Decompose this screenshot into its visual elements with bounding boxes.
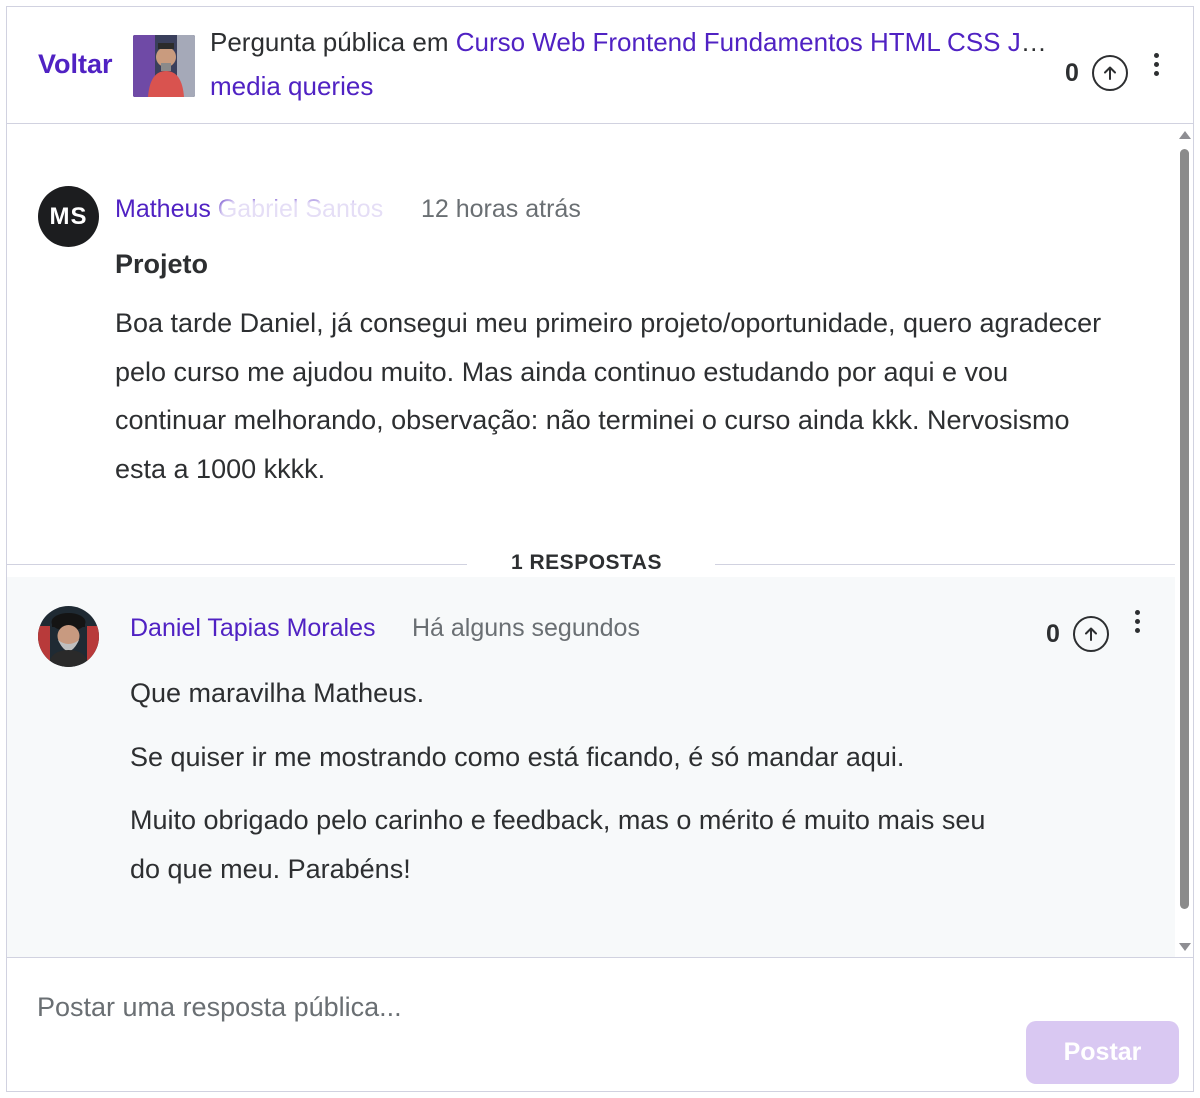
question-upvote-count: 0	[1065, 59, 1079, 87]
question-context: Pergunta pública em Curso Web Frontend F…	[210, 27, 1050, 58]
answer-timestamp: Há alguns segundos	[412, 614, 640, 642]
question-post: MS Matheus Gabriel Santos 12 horas atrás…	[7, 125, 1175, 565]
answer-body: Que maravilha Matheus. Se quiser ir me m…	[130, 669, 1010, 908]
question-timestamp: 12 horas atrás	[421, 195, 581, 223]
answer-paragraph: Muito obrigado pelo carinho e feedback, …	[130, 805, 986, 884]
answer-paragraph: Se quiser ir me mostrando como está fica…	[130, 741, 905, 772]
scroll-up-icon[interactable]	[1179, 131, 1191, 139]
scroll-down-icon[interactable]	[1179, 943, 1191, 951]
course-link[interactable]: Curso Web Frontend Fundamentos HTML CSS …	[456, 27, 1050, 57]
avatar	[38, 606, 99, 667]
scrollbar-thumb[interactable]	[1180, 149, 1189, 909]
reply-input[interactable]	[37, 982, 1037, 1032]
question-body: Boa tarde Daniel, já consegui meu primei…	[115, 308, 1102, 484]
avatar: MS	[38, 186, 99, 247]
answer-post: Daniel Tapias Morales Há alguns segundos…	[7, 577, 1175, 957]
redaction-blur	[219, 199, 394, 223]
answer-paragraph: Que maravilha Matheus.	[130, 678, 425, 708]
question-upvote-button[interactable]	[1092, 55, 1128, 91]
answer-upvote-button[interactable]	[1073, 616, 1109, 652]
reply-composer: Postar	[7, 957, 1193, 1091]
divider-line-right	[715, 564, 1175, 565]
arrow-up-icon	[1085, 627, 1097, 641]
responses-count-label: 1 RESPOSTAS	[511, 551, 662, 574]
question-header: Voltar Pergunta pública em Curso Web Fro…	[7, 7, 1193, 124]
answer-author-link[interactable]: Daniel Tapias Morales	[130, 614, 376, 643]
question-more-options-icon[interactable]	[1151, 53, 1161, 83]
question-title: Projeto	[115, 249, 209, 279]
context-prefix: Pergunta pública em	[210, 27, 449, 57]
lecture-link[interactable]: media queries	[210, 71, 373, 102]
answer-more-options-icon[interactable]	[1132, 610, 1142, 640]
thread-scroll-area[interactable]: MS Matheus Gabriel Santos 12 horas atrás…	[7, 125, 1193, 957]
answer-upvote-count: 0	[1046, 620, 1060, 648]
course-thumbnail	[133, 35, 195, 97]
scrollbar[interactable]	[1175, 125, 1193, 957]
post-button[interactable]: Postar	[1026, 1021, 1179, 1084]
divider-line-left	[7, 564, 467, 565]
arrow-up-icon	[1104, 66, 1116, 80]
qa-panel: Voltar Pergunta pública em Curso Web Fro…	[6, 6, 1194, 1092]
back-button[interactable]: Voltar	[38, 49, 113, 80]
